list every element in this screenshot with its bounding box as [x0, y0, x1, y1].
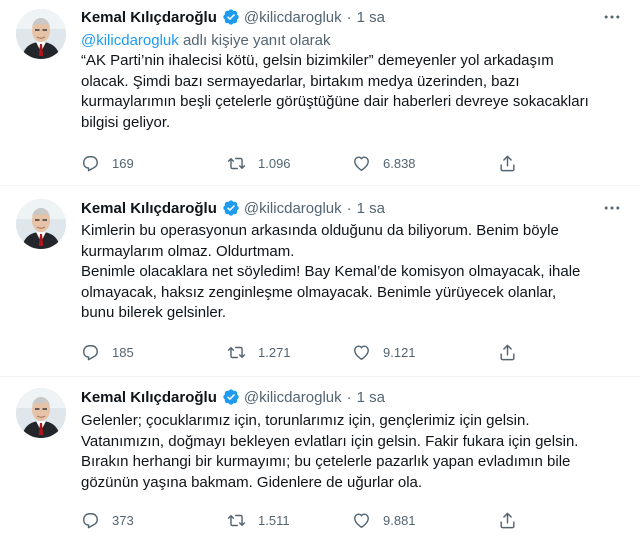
retweet-button[interactable]: 1.511: [227, 511, 352, 530]
author-handle[interactable]: @kilicdarogluk: [244, 200, 342, 217]
verified-badge-icon: [222, 199, 240, 217]
like-button[interactable]: 9.881: [352, 511, 498, 530]
tweet[interactable]: Kemal Kılıçdaroğlu @kilicdarogluk · 1 sa…: [0, 186, 640, 376]
separator-dot: ·: [346, 388, 352, 406]
share-icon: [498, 511, 517, 530]
timestamp[interactable]: 1 sa: [357, 9, 385, 26]
tweet-text: Gelenler; çocuklarımız için, torunlarımı…: [81, 411, 626, 493]
action-bar: 169 1.096 6.838: [81, 153, 541, 173]
tweet-header: Kemal Kılıçdaroğlu @kilicdarogluk · 1 sa: [81, 387, 385, 407]
like-icon: [352, 511, 371, 530]
like-button[interactable]: 6.838: [352, 154, 498, 173]
retweet-icon: [227, 511, 246, 530]
share-icon: [498, 154, 517, 173]
tweet-line: Bırakın herhangi bir kurmayımı; bu çetel…: [81, 453, 571, 470]
tweet-line: bunu bilerek gelsinler.: [81, 304, 227, 321]
share-button[interactable]: [498, 511, 529, 530]
retweet-count: 1.096: [258, 155, 291, 171]
tweet-line: olacak. Şimdi bazı sermayedarlar, birtak…: [81, 72, 520, 90]
tweet-line: kurmaylarım olmaz. Oldurtmam.: [81, 242, 295, 260]
reply-button[interactable]: 169: [81, 154, 227, 173]
tweet-line: Benimle olacaklara net söyledim! Bay Kem…: [81, 263, 581, 280]
tweet-line: Kimlerin bu operasyonun arkasında olduğu…: [81, 222, 559, 239]
like-icon: [352, 343, 371, 362]
reply-icon: [81, 154, 100, 173]
reply-button[interactable]: 185: [81, 343, 227, 362]
like-count: 9.881: [383, 512, 416, 528]
tweet-line: kurmaylarımın beşli çetelerle görüştüğün…: [81, 93, 589, 110]
author-handle[interactable]: @kilicdarogluk: [244, 389, 342, 406]
share-icon: [498, 343, 517, 362]
tweet-text: “AK Parti’nin ihalecisi kötü, gelsin biz…: [81, 51, 626, 133]
avatar[interactable]: [16, 199, 66, 249]
separator-dot: ·: [346, 199, 352, 217]
tweet-line: Gelenler; çocuklarımız için, torunlarımı…: [81, 412, 530, 429]
tweet[interactable]: Kemal Kılıçdaroğlu @kilicdarogluk · 1 sa…: [0, 377, 640, 536]
like-count: 9.121: [383, 344, 416, 360]
timestamp[interactable]: 1 sa: [357, 389, 385, 406]
action-bar: 185 1.271 9.121: [81, 342, 541, 362]
author-name[interactable]: Kemal Kılıçdaroğlu: [81, 9, 217, 26]
tweet-header: Kemal Kılıçdaroğlu @kilicdarogluk · 1 sa: [81, 7, 385, 27]
tweet-header: Kemal Kılıçdaroğlu @kilicdarogluk · 1 sa: [81, 198, 385, 218]
reply-count: 373: [112, 512, 134, 528]
tweet-text: Kimlerin bu operasyonun arkasında olduğu…: [81, 221, 626, 324]
verified-badge-icon: [222, 388, 240, 406]
author-name[interactable]: Kemal Kılıçdaroğlu: [81, 200, 217, 217]
author-name[interactable]: Kemal Kılıçdaroğlu: [81, 389, 217, 406]
retweet-count: 1.271: [258, 344, 291, 360]
tweet-line: olmayacak, haksız zenginleşme olmayacak.…: [81, 283, 557, 301]
avatar[interactable]: [16, 9, 66, 59]
retweet-button[interactable]: 1.271: [227, 343, 352, 362]
reply-icon: [81, 511, 100, 530]
reply-to-text: adlı kişiye yanıt olarak: [182, 32, 331, 49]
action-bar: 373 1.511 9.881: [81, 510, 541, 530]
more-icon[interactable]: [600, 198, 624, 218]
reply-count: 185: [112, 344, 134, 360]
author-handle[interactable]: @kilicdarogluk: [244, 9, 342, 26]
tweet-line: “AK Parti’nin ihalecisi kötü, gelsin biz…: [81, 52, 554, 69]
retweet-button[interactable]: 1.096: [227, 154, 352, 173]
reply-button[interactable]: 373: [81, 511, 227, 530]
avatar[interactable]: [16, 388, 66, 438]
verified-badge-icon: [222, 8, 240, 26]
retweet-icon: [227, 343, 246, 362]
tweet-line: Vatanımızın, doğmayı bekleyen evlatları …: [81, 432, 579, 450]
more-icon[interactable]: [600, 7, 624, 27]
reply-icon: [81, 343, 100, 362]
share-button[interactable]: [498, 154, 529, 173]
tweet[interactable]: Kemal Kılıçdaroğlu @kilicdarogluk · 1 sa…: [0, 0, 640, 185]
timestamp[interactable]: 1 sa: [357, 200, 385, 217]
retweet-icon: [227, 154, 246, 173]
tweet-line: gözünün yaşına bakmam. Gidenlere de uğur…: [81, 473, 423, 491]
separator-dot: ·: [346, 8, 352, 26]
like-icon: [352, 154, 371, 173]
reply-to-link[interactable]: @kilicdarogluk: [81, 32, 179, 49]
reply-count: 169: [112, 155, 134, 171]
like-count: 6.838: [383, 155, 416, 171]
share-button[interactable]: [498, 343, 529, 362]
reply-context: @kilicdarogluk adlı kişiye yanıt olarak: [81, 32, 331, 49]
retweet-count: 1.511: [258, 512, 290, 528]
like-button[interactable]: 9.121: [352, 343, 498, 362]
tweet-line: bilgisi geliyor.: [81, 113, 171, 131]
